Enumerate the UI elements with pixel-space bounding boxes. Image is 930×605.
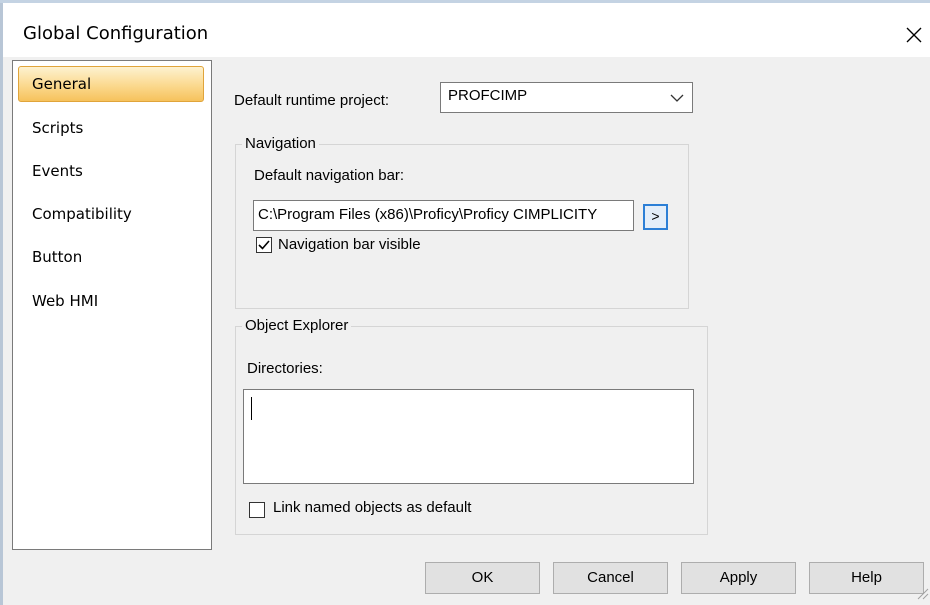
nav-bar-path-field[interactable]: C:\Program Files (x86)\Proficy\Proficy C… (253, 200, 634, 231)
nav-bar-visible-checkbox[interactable] (256, 237, 272, 253)
sidebar-item-general[interactable]: General (18, 66, 204, 102)
runtime-project-select[interactable]: PROFCIMP (440, 82, 693, 113)
navigation-group-title: Navigation (242, 134, 319, 154)
link-named-objects-label: Link named objects as default (273, 499, 472, 516)
sidebar-item-events[interactable]: Events (18, 153, 204, 189)
close-icon (906, 27, 922, 43)
dialog-body: General Scripts Events Compatibility But… (3, 57, 930, 605)
cancel-button[interactable]: Cancel (553, 562, 668, 594)
runtime-project-label: Default runtime project: (234, 92, 390, 109)
resize-grip-icon[interactable] (913, 584, 929, 600)
directories-field[interactable] (243, 389, 694, 484)
category-list[interactable]: General Scripts Events Compatibility But… (12, 60, 212, 550)
close-button[interactable] (896, 17, 930, 53)
nav-bar-label: Default navigation bar: (254, 167, 405, 184)
nav-bar-visible-label: Navigation bar visible (278, 236, 421, 253)
sidebar-item-web-hmi[interactable]: Web HMI (18, 283, 204, 319)
directories-label: Directories: (247, 360, 323, 377)
sidebar-item-compatibility[interactable]: Compatibility (18, 196, 204, 232)
browse-nav-bar-button[interactable]: > (643, 204, 668, 230)
sidebar-item-scripts[interactable]: Scripts (18, 110, 204, 146)
window-title: Global Configuration (23, 23, 209, 44)
chevron-down-icon (670, 94, 684, 102)
sidebar-item-button[interactable]: Button (18, 239, 204, 275)
object-explorer-group-title: Object Explorer (242, 316, 352, 336)
apply-button[interactable]: Apply (681, 562, 796, 594)
runtime-project-value: PROFCIMP (448, 87, 528, 104)
checkmark-icon (258, 240, 270, 250)
link-named-objects-checkbox[interactable] (249, 502, 265, 518)
help-button[interactable]: Help (809, 562, 924, 594)
ok-button[interactable]: OK (425, 562, 540, 594)
title-bar: Global Configuration (3, 3, 930, 57)
text-caret (251, 397, 252, 420)
